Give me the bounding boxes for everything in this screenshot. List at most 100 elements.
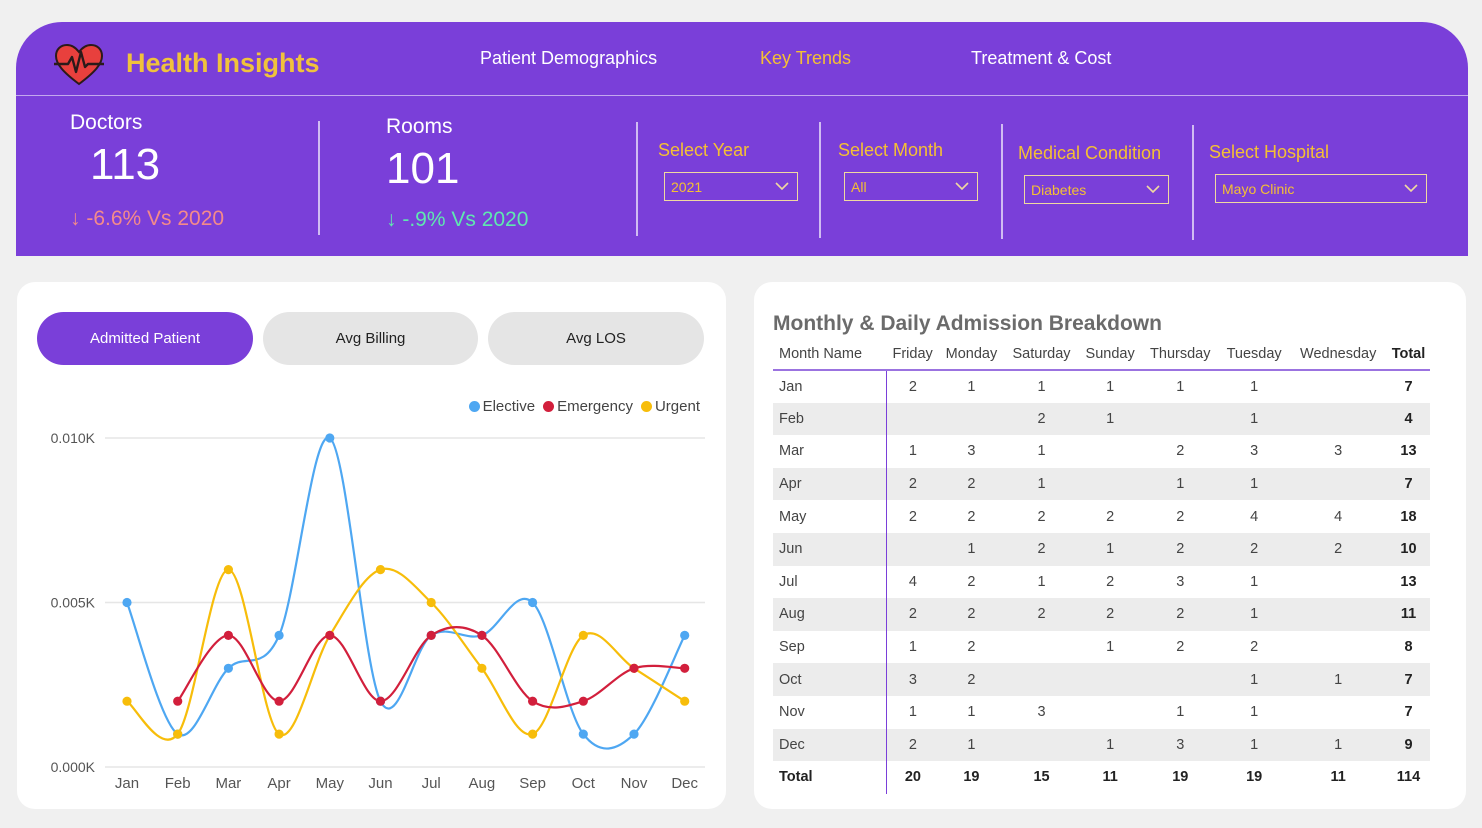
- column-header[interactable]: Saturday: [1004, 338, 1079, 371]
- legend-item-elective[interactable]: Elective: [468, 398, 535, 415]
- table-row[interactable]: Apr 2 2 1 1 1 7: [773, 467, 1430, 501]
- data-point-urgent[interactable]: [274, 729, 284, 739]
- table-row[interactable]: Mar 1 3 1 2 3 3 13: [773, 435, 1430, 468]
- data-point-urgent[interactable]: [173, 729, 183, 739]
- table-row[interactable]: May 2 2 2 2 2 4 4 18: [773, 500, 1430, 533]
- table-cell: 1: [938, 532, 1005, 566]
- nav-treatment-cost[interactable]: Treatment & Cost: [971, 48, 1111, 69]
- table-cell: 2: [1176, 508, 1185, 525]
- table-cell: 1: [967, 378, 976, 395]
- table-cell: 3: [1250, 443, 1259, 460]
- series-line-urgent: [126, 567, 686, 741]
- data-point-elective[interactable]: [578, 729, 588, 739]
- data-point-emergency[interactable]: [274, 696, 284, 706]
- legend-item-urgent[interactable]: Urgent: [640, 398, 700, 415]
- data-point-urgent[interactable]: [477, 663, 487, 673]
- table-row[interactable]: Oct 3 2 1 1 7: [773, 663, 1430, 696]
- legend-item-emergency[interactable]: Emergency: [543, 398, 633, 415]
- data-point-emergency[interactable]: [375, 696, 386, 706]
- totals-cell: 19: [963, 769, 980, 786]
- table-row[interactable]: Aug 2 2 2 2 2 1 11: [773, 598, 1430, 631]
- table-cell: 3: [1037, 704, 1046, 721]
- table-cell: [1079, 435, 1142, 468]
- column-header[interactable]: Thursday: [1141, 338, 1219, 371]
- filter-divider: [819, 122, 821, 238]
- column-header[interactable]: Friday: [886, 338, 939, 371]
- data-point-elective[interactable]: [223, 663, 233, 673]
- rooms-label: Rooms: [386, 115, 453, 138]
- data-point-urgent[interactable]: [375, 565, 386, 575]
- data-point-urgent[interactable]: [528, 729, 538, 739]
- column-header[interactable]: Sunday: [1078, 338, 1142, 371]
- table-row[interactable]: Dec 2 1 1 3 1 1 9: [773, 728, 1430, 762]
- table-cell: 2: [938, 663, 1005, 696]
- table-row[interactable]: Sep 1 2 1 2 2 8: [773, 630, 1430, 664]
- data-point-urgent[interactable]: [122, 696, 132, 706]
- month-cell: Jan: [773, 370, 888, 403]
- column-header[interactable]: Monday: [938, 338, 1005, 371]
- totals-cell: 11: [1102, 769, 1118, 786]
- data-point-elective[interactable]: [426, 630, 436, 640]
- data-point-emergency[interactable]: [477, 630, 487, 640]
- data-point-emergency[interactable]: [325, 630, 335, 640]
- data-point-elective[interactable]: [528, 597, 538, 608]
- data-point-elective[interactable]: [477, 630, 487, 640]
- data-point-emergency[interactable]: [223, 630, 233, 640]
- data-point-emergency[interactable]: [426, 630, 436, 640]
- table-row[interactable]: Feb 2 1 1 4: [773, 402, 1430, 436]
- data-point-urgent[interactable]: [223, 565, 233, 575]
- tab-avg-los[interactable]: Avg LOS: [488, 312, 704, 365]
- table-row[interactable]: Jun 1 2 1 2 2 2 10: [773, 532, 1430, 566]
- table-cell: [1078, 467, 1142, 501]
- table-row[interactable]: Jul 4 2 1 2 3 1 13: [773, 565, 1430, 599]
- tab-admitted-patient[interactable]: Admitted Patient: [37, 312, 253, 365]
- data-point-urgent[interactable]: [680, 696, 690, 706]
- table-cell: [1079, 696, 1142, 729]
- filter-divider: [1192, 125, 1194, 240]
- data-point-elective[interactable]: [173, 729, 183, 739]
- medical-condition-dropdown[interactable]: Diabetes: [1024, 175, 1169, 204]
- column-header-total[interactable]: Total: [1387, 338, 1430, 371]
- column-header[interactable]: Wednesday: [1289, 338, 1387, 371]
- table-cell: [1289, 696, 1387, 729]
- data-point-urgent[interactable]: [426, 597, 436, 608]
- data-point-elective[interactable]: [629, 729, 639, 739]
- column-header[interactable]: Tuesday: [1218, 338, 1290, 371]
- table-cell: 2: [1176, 639, 1185, 656]
- table-cell: 1: [1250, 378, 1259, 395]
- table-cell: 3: [1141, 728, 1219, 762]
- month-cell: Apr: [773, 467, 888, 501]
- column-header-month[interactable]: Month Name: [773, 338, 887, 371]
- data-point-emergency[interactable]: [629, 663, 639, 673]
- nav-key-trends[interactable]: Key Trends: [760, 48, 851, 69]
- table-cell: 2: [967, 508, 976, 525]
- month-dropdown[interactable]: All: [844, 172, 978, 201]
- data-point-elective[interactable]: [325, 433, 335, 443]
- nav-patient-demographics[interactable]: Patient Demographics: [480, 48, 657, 69]
- data-point-elective[interactable]: [375, 696, 386, 706]
- table-cell: 1: [1218, 467, 1290, 501]
- hospital-dropdown[interactable]: Mayo Clinic: [1215, 174, 1427, 203]
- row-total-cell: 13: [1400, 443, 1417, 460]
- table-row[interactable]: Jan 2 1 1 1 1 1 7: [773, 370, 1430, 403]
- data-point-elective[interactable]: [680, 630, 690, 640]
- data-point-elective[interactable]: [274, 630, 284, 640]
- data-point-emergency[interactable]: [173, 696, 183, 706]
- data-point-urgent[interactable]: [629, 663, 639, 673]
- data-point-emergency[interactable]: [578, 696, 588, 706]
- tab-avg-billing[interactable]: Avg Billing: [263, 312, 478, 365]
- table-cell: [1289, 598, 1387, 631]
- year-dropdown[interactable]: 2021: [664, 172, 798, 201]
- data-point-emergency[interactable]: [528, 696, 538, 706]
- data-point-urgent[interactable]: [325, 630, 335, 640]
- table-cell: 1: [1176, 378, 1185, 395]
- table-cell: 2: [1141, 532, 1219, 566]
- table-cell: 2: [1218, 532, 1290, 566]
- data-point-elective[interactable]: [122, 597, 132, 608]
- table-cell: [1078, 663, 1142, 696]
- series-line-emergency: [176, 626, 685, 709]
- table-cell: 1: [1218, 728, 1290, 762]
- data-point-emergency[interactable]: [680, 663, 690, 673]
- data-point-urgent[interactable]: [578, 630, 588, 640]
- table-row[interactable]: Nov 1 1 3 1 1 7: [773, 695, 1430, 729]
